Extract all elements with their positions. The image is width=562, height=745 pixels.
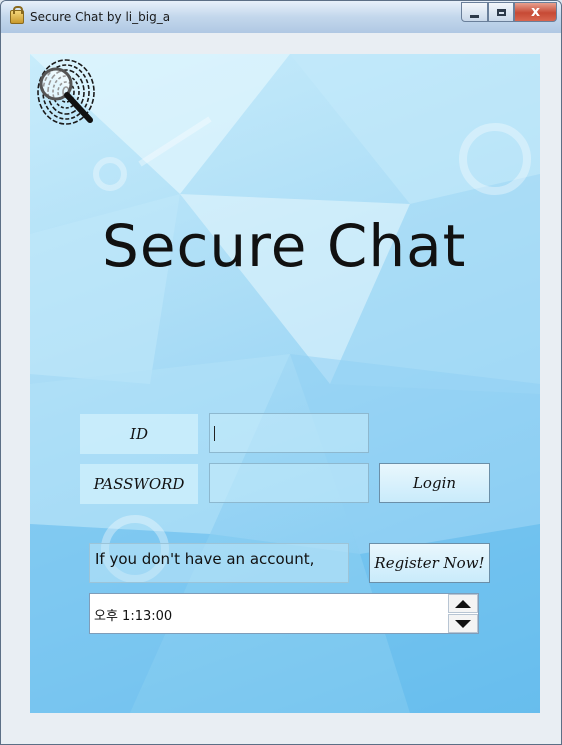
close-button[interactable]: x: [514, 2, 557, 22]
lock-icon: [10, 6, 24, 24]
page-title: Secure Chat: [102, 212, 467, 280]
spinner-up-button[interactable]: [448, 594, 478, 613]
time-value: 오후 1:13:00: [94, 609, 173, 624]
maximize-icon: [496, 8, 506, 16]
spinner-down-button[interactable]: [448, 614, 478, 633]
password-label: PASSWORD: [80, 464, 198, 504]
title-bar[interactable]: Secure Chat by li_big_a x: [1, 1, 561, 33]
minimize-icon: [470, 14, 479, 18]
watermark-icon: [459, 123, 531, 195]
window-title: Secure Chat by li_big_a: [30, 10, 171, 24]
close-icon: x: [530, 4, 541, 20]
minimize-button[interactable]: [461, 2, 488, 22]
id-label: ID: [80, 414, 198, 454]
register-button[interactable]: Register Now!: [369, 543, 490, 583]
app-window: Secure Chat by li_big_a x Secure Chat ID…: [0, 0, 562, 745]
password-input[interactable]: [209, 463, 369, 503]
maximize-button[interactable]: [488, 2, 514, 22]
fingerprint-magnifier-icon: [37, 59, 95, 125]
login-button[interactable]: Login: [379, 463, 490, 503]
background-panel: Secure Chat ID PASSWORD Login If you don…: [30, 54, 540, 713]
id-input[interactable]: [209, 413, 369, 453]
register-notice: If you don't have an account,: [89, 543, 349, 583]
time-spinner[interactable]: 오후 1:13:00: [89, 593, 479, 634]
arrow-down-icon: [455, 619, 471, 628]
arrow-up-icon: [455, 599, 471, 608]
watermark-icon: [93, 116, 212, 191]
text-caret: [214, 426, 215, 441]
